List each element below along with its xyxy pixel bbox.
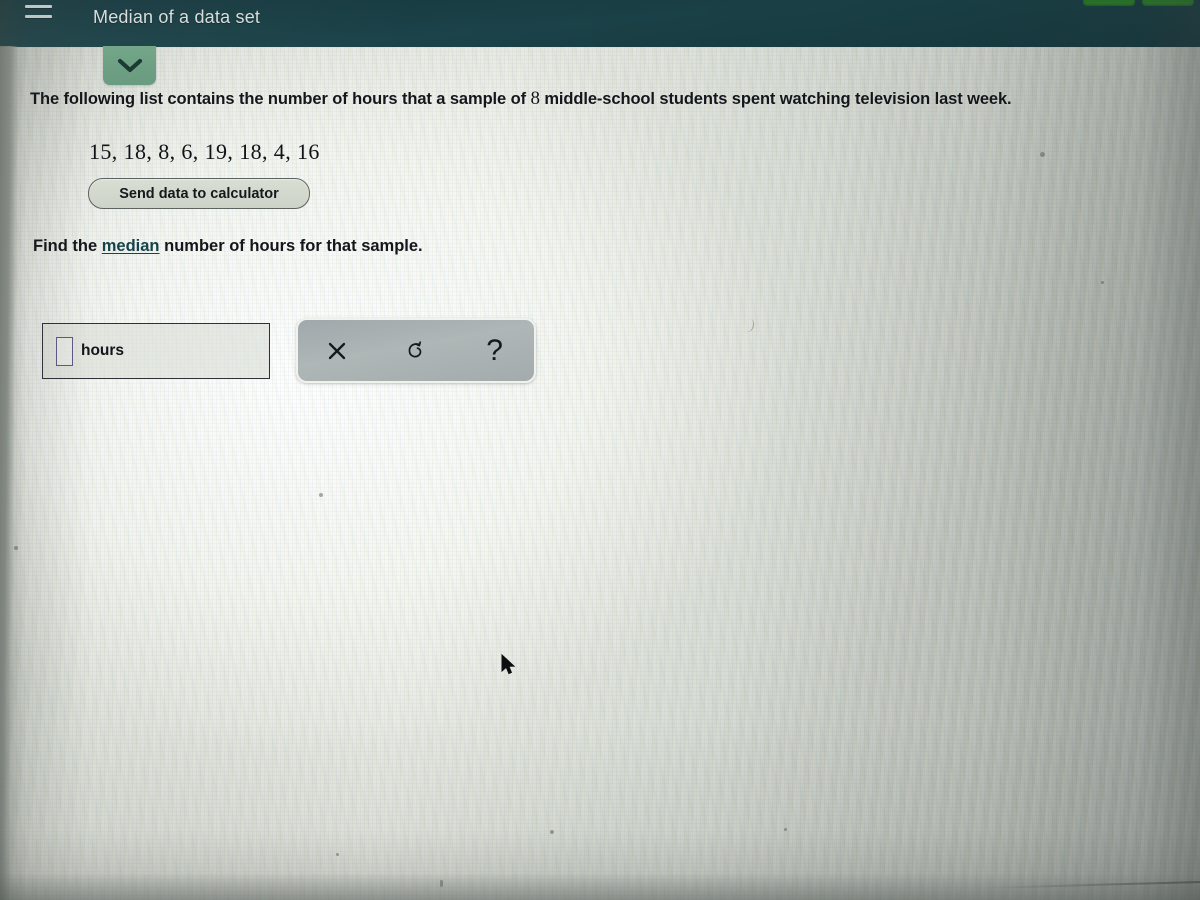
send-button-label: Send data to calculator	[119, 185, 279, 202]
median-glossary-link[interactable]: median	[102, 237, 160, 255]
question-text-2: number of hours for that sample.	[159, 237, 423, 255]
undo-icon	[404, 339, 428, 363]
collapse-panel-tab[interactable]	[103, 46, 156, 85]
answer-unit-label: hours	[81, 342, 125, 359]
question-text-1: Find the	[33, 237, 102, 255]
prompt-sample-size: 8	[530, 88, 540, 109]
answer-toolbar: ?	[296, 318, 536, 383]
chevron-down-icon	[117, 58, 143, 74]
page-title: Median of a data set	[93, 7, 261, 27]
app-header: Median of a data set	[0, 0, 1200, 47]
screen-photo: Median of a data set The following list …	[0, 0, 1200, 900]
send-data-to-calculator-button[interactable]: Send data to calculator	[88, 178, 310, 209]
problem-prompt: The following list contains the number o…	[30, 88, 1195, 110]
question-line: Find the median number of hours for that…	[33, 237, 423, 256]
clear-icon	[326, 340, 348, 362]
prompt-text-2: middle-school students spent watching te…	[539, 90, 1012, 108]
clear-button[interactable]	[312, 329, 362, 373]
header-action-buttons[interactable]	[1083, 0, 1194, 6]
data-set-values: 15, 18, 8, 6, 19, 18, 4, 16	[89, 139, 320, 164]
undo-button[interactable]	[391, 329, 441, 373]
prompt-text-1: The following list contains the number o…	[30, 90, 531, 108]
answer-input[interactable]	[56, 336, 73, 366]
answer-entry-box[interactable]: hours	[42, 323, 270, 379]
page-background	[0, 46, 1200, 900]
hamburger-icon[interactable]	[25, 0, 52, 18]
help-button[interactable]: ?	[470, 329, 520, 373]
help-icon: ?	[486, 333, 503, 367]
header-green-button-1[interactable]	[1083, 0, 1135, 6]
header-green-button-2[interactable]	[1142, 0, 1194, 6]
